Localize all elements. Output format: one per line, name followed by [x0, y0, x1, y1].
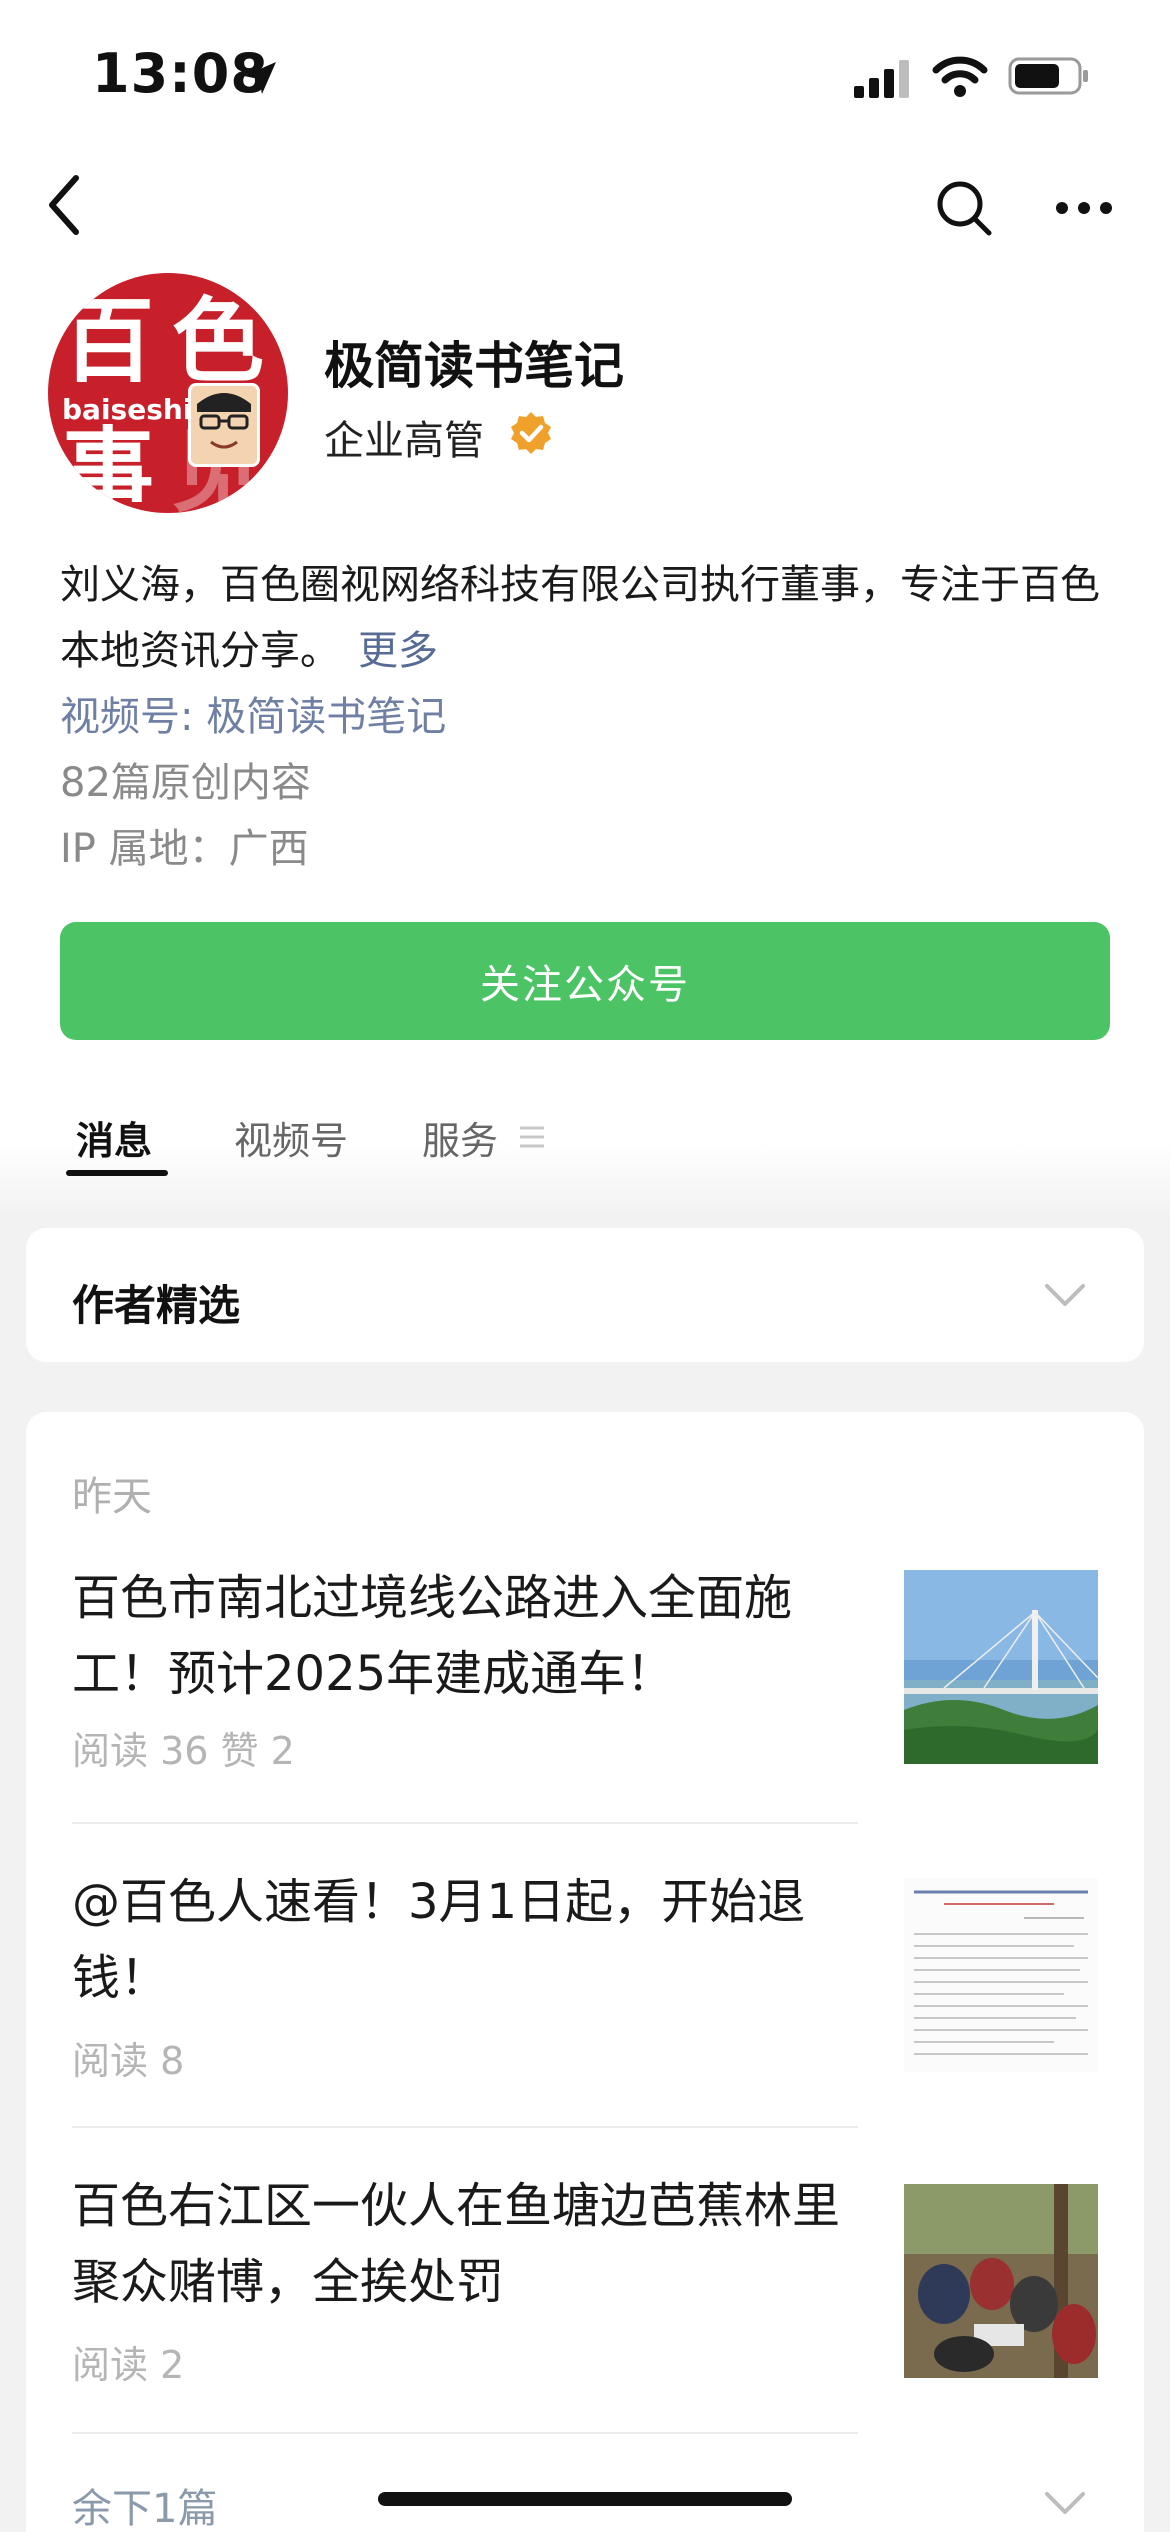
- battery-icon: [1008, 57, 1088, 95]
- divider: [72, 2126, 858, 2128]
- bio-text: 刘义海，百色圈视网络科技有限公司执行董事，专注于百色本地资讯分享。: [60, 562, 1100, 674]
- avatar-char: 百: [62, 287, 155, 395]
- menu-lines-icon: [520, 1126, 544, 1148]
- back-chevron-icon[interactable]: [40, 170, 90, 240]
- remaining-articles[interactable]: 余下1篇: [72, 2476, 217, 2532]
- ip-location: IP 属地：广西: [60, 826, 309, 872]
- channel-link[interactable]: 视频号: 极简读书笔记: [60, 684, 446, 742]
- account-name: 极简读书笔记: [324, 337, 624, 395]
- verified-badge-icon: [511, 412, 551, 454]
- article-title[interactable]: @百色人速看！3月1日起，开始退钱！: [72, 1864, 872, 2016]
- tab-services[interactable]: 服务: [422, 1110, 498, 1165]
- feed-day-label: 昨天: [72, 1474, 152, 1520]
- article-thumbnail-bridge[interactable]: [904, 1570, 1098, 1764]
- tab-messages[interactable]: 消息: [76, 1110, 152, 1165]
- tab-channels[interactable]: 视频号: [234, 1110, 348, 1165]
- wifi-icon: [932, 56, 988, 97]
- active-tab-indicator: [66, 1170, 168, 1176]
- article-title[interactable]: 百色市南北过境线公路进入全面施工！预计2025年建成通车！: [72, 1560, 872, 1712]
- avatar-char: 事: [62, 417, 155, 513]
- more-options-icon[interactable]: [1054, 196, 1114, 220]
- divider: [72, 2432, 858, 2434]
- avatar-char: 色: [172, 287, 265, 395]
- author-picks-card[interactable]: 作者精选: [26, 1228, 1144, 1362]
- chevron-down-icon[interactable]: [1044, 2490, 1086, 2516]
- article-thumbnail-photo[interactable]: [904, 2184, 1098, 2378]
- home-indicator: [378, 2492, 792, 2506]
- author-picks-title: 作者精选: [72, 1281, 241, 1330]
- avatar-cartoon-face: [188, 383, 260, 467]
- account-role: 企业高管: [324, 418, 484, 464]
- cellular-signal-icon: [854, 60, 909, 98]
- account-avatar[interactable]: 百 色 baiseshi 事 见: [48, 273, 288, 513]
- divider: [72, 1822, 858, 1824]
- bio-more-link[interactable]: 更多: [358, 628, 438, 674]
- location-arrow-icon: [244, 62, 276, 94]
- article-thumbnail-document[interactable]: [904, 1878, 1098, 2072]
- account-bio: 刘义海，百色圈视网络科技有限公司执行董事，专注于百色本地资讯分享。 更多: [60, 552, 1120, 684]
- follow-button[interactable]: 关注公众号: [60, 922, 1110, 1040]
- search-icon[interactable]: [934, 178, 994, 238]
- article-stats: 阅读 8: [72, 2039, 185, 2083]
- article-title[interactable]: 百色右江区一伙人在鱼塘边芭蕉林里聚众赌博，全挨处罚: [72, 2168, 872, 2320]
- chevron-down-icon[interactable]: [1044, 1282, 1086, 1308]
- header-fade: [0, 1140, 1170, 1220]
- original-count[interactable]: 82篇原创内容: [60, 750, 311, 808]
- article-stats: 阅读 2: [72, 2343, 185, 2387]
- article-stats: 阅读 36 赞 2: [72, 1729, 295, 1773]
